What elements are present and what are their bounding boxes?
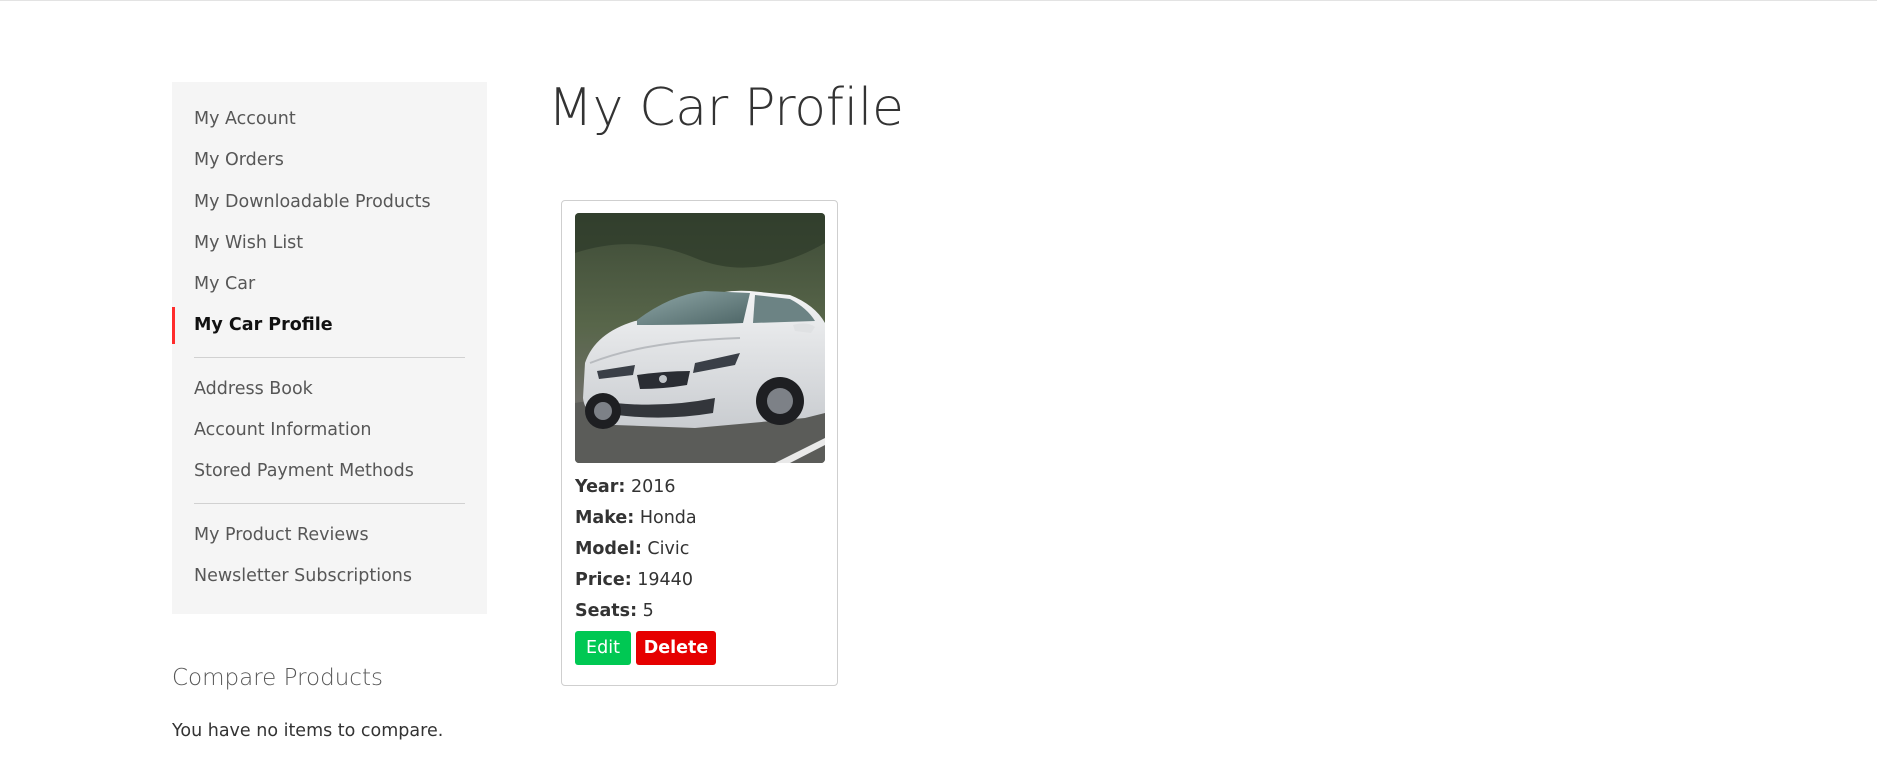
delete-button[interactable]: Delete	[636, 631, 716, 665]
sidebar-item-wish-list[interactable]: My Wish List	[194, 232, 303, 254]
car-make-label: Make:	[575, 508, 635, 528]
compare-empty-message: You have no items to compare.	[172, 721, 444, 741]
car-year-value: 2016	[630, 477, 676, 497]
car-seats-value: 5	[642, 601, 654, 621]
sidebar-item-my-orders[interactable]: My Orders	[194, 149, 284, 171]
sidebar-item-address-book[interactable]: Address Book	[194, 378, 313, 400]
car-model-value: Civic	[647, 539, 690, 559]
car-seats-label: Seats:	[575, 601, 638, 621]
car-photo	[575, 213, 825, 463]
compare-products-title: Compare Products	[172, 665, 383, 691]
car-profile-card: Year: 2016 Make: Honda Model: Civic Pric…	[561, 200, 838, 686]
sidebar-item-product-reviews[interactable]: My Product Reviews	[194, 524, 369, 546]
car-model-label: Model:	[575, 539, 642, 559]
car-price-value: 19440	[637, 570, 693, 590]
car-seats: Seats: 5	[575, 601, 654, 621]
sidebar-item-my-account[interactable]: My Account	[194, 108, 296, 130]
sidebar-item-newsletter-subscriptions[interactable]: Newsletter Subscriptions	[194, 565, 412, 587]
car-make-value: Honda	[639, 508, 697, 528]
sidebar-item-my-car-profile[interactable]: My Car Profile	[194, 314, 333, 336]
account-sidebar: My Account My Orders My Downloadable Pro…	[172, 82, 487, 614]
car-year-label: Year:	[575, 477, 626, 497]
sidebar-item-stored-payment-methods[interactable]: Stored Payment Methods	[194, 460, 414, 482]
car-price-label: Price:	[575, 570, 632, 590]
car-make: Make: Honda	[575, 508, 697, 528]
car-year: Year: 2016	[575, 477, 676, 497]
sidebar-divider	[194, 503, 465, 504]
sidebar-item-downloadable-products[interactable]: My Downloadable Products	[194, 191, 431, 213]
header-divider	[0, 0, 1877, 1]
active-indicator	[172, 307, 175, 344]
sidebar-item-account-information[interactable]: Account Information	[194, 419, 372, 441]
sidebar-divider	[194, 357, 465, 358]
sidebar-item-my-car[interactable]: My Car	[194, 273, 255, 295]
car-model: Model: Civic	[575, 539, 689, 559]
car-price: Price: 19440	[575, 570, 693, 590]
page-title: My Car Profile	[548, 78, 904, 138]
edit-button[interactable]: Edit	[575, 631, 631, 665]
